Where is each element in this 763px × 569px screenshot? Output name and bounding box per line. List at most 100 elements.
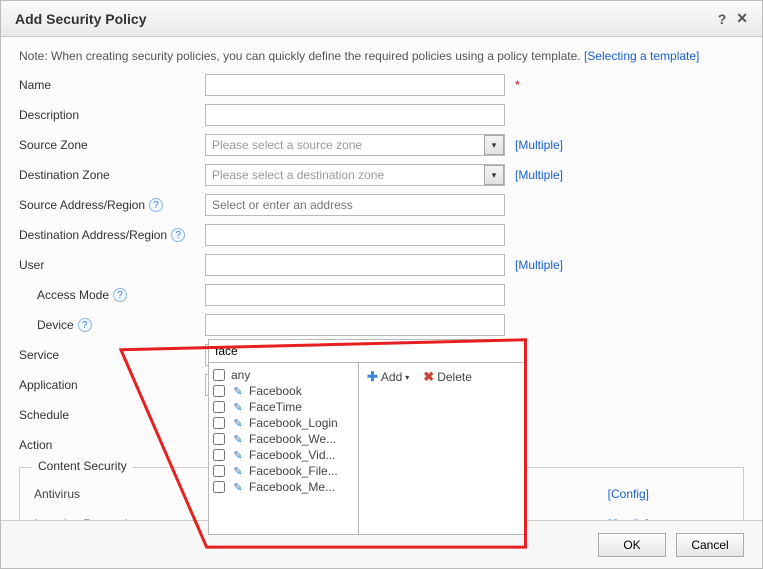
label-user: User [19,258,44,272]
dst-zone-multiple-link[interactable]: [Multiple] [515,168,563,182]
delete-icon: ✖ [423,369,434,385]
delete-label: Delete [437,370,472,384]
dst-zone-placeholder: Please select a destination zone [212,168,384,182]
app-item-checkbox[interactable] [213,385,225,397]
application-dropdown: any ✎ Facebook ✎ FaceTime ✎ Facebook_Log… [208,339,526,535]
dialog-title: Add Security Policy [15,11,146,27]
app-icon: ✎ [231,384,245,398]
row-description: Description [19,103,744,127]
app-item[interactable]: ✎ Facebook_Vid... [211,447,356,463]
app-item-label: FaceTime [249,400,302,414]
label-src-zone: Source Zone [19,138,88,152]
add-button[interactable]: ✚ Add ▾ [367,369,409,385]
chevron-down-icon[interactable]: ▾ [484,135,504,155]
user-input[interactable] [205,254,505,276]
note-text: Note: When creating security policies, y… [19,49,584,63]
row-src-zone: Source Zone Please select a source zone … [19,133,744,157]
chevron-down-icon: ▾ [405,373,409,382]
app-item-label: Facebook_Vid... [249,448,336,462]
app-icon: ✎ [231,480,245,494]
row-dst-addr: Destination Address/Region ? [19,223,744,247]
help-icon[interactable]: ? [718,11,727,27]
row-user: User [Multiple] [19,253,744,277]
plus-icon: ✚ [367,369,378,385]
row-name: Name * [19,73,744,97]
app-item-label: Facebook_Login [249,416,338,430]
app-list[interactable]: any ✎ Facebook ✎ FaceTime ✎ Facebook_Log… [209,363,359,534]
label-schedule: Schedule [19,408,69,422]
app-item-checkbox[interactable] [213,369,225,381]
src-zone-multiple-link[interactable]: [Multiple] [515,138,563,152]
cancel-button[interactable]: Cancel [676,533,744,557]
label-description: Description [19,108,79,122]
chevron-down-icon[interactable]: ▾ [484,165,504,185]
app-item-checkbox[interactable] [213,465,225,477]
app-item[interactable]: ✎ Facebook_Me... [211,479,356,495]
help-icon[interactable]: ? [113,288,127,302]
help-icon[interactable]: ? [149,198,163,212]
label-action: Action [19,438,52,452]
app-item-checkbox[interactable] [213,449,225,461]
row-access-mode: Access Mode ? [19,283,744,307]
app-item[interactable]: any [211,367,356,383]
src-addr-input[interactable] [205,194,505,216]
label-access-mode: Access Mode [37,288,109,302]
label-device: Device [37,318,74,332]
app-item[interactable]: ✎ Facebook [211,383,356,399]
app-item-label: Facebook_Me... [249,480,335,494]
dst-addr-input[interactable] [205,224,505,246]
label-dst-zone: Destination Zone [19,168,110,182]
label-name: Name [19,78,51,92]
titlebar: Add Security Policy ? ✕ [1,1,762,37]
row-dst-zone: Destination Zone Please select a destina… [19,163,744,187]
app-icon: ✎ [231,448,245,462]
label-src-addr: Source Address/Region [19,198,145,212]
row-device: Device ? [19,313,744,337]
app-item-checkbox[interactable] [213,433,225,445]
app-toolbar: ✚ Add ▾ ✖ Delete [359,363,525,391]
app-item[interactable]: ✎ Facebook_Login [211,415,356,431]
app-item[interactable]: ✎ Facebook_We... [211,431,356,447]
app-icon: ✎ [231,464,245,478]
help-icon[interactable]: ? [78,318,92,332]
app-filter-row [209,340,525,363]
required-star: * [515,78,520,92]
app-item-label: Facebook_We... [249,432,336,446]
help-icon[interactable]: ? [171,228,185,242]
name-input[interactable] [205,74,505,96]
app-item-label: Facebook_File... [249,464,338,478]
app-item-checkbox[interactable] [213,481,225,493]
row-src-addr: Source Address/Region ? [19,193,744,217]
ok-button[interactable]: OK [598,533,666,557]
app-icon: ✎ [231,432,245,446]
label-application: Application [19,378,78,392]
device-input[interactable] [205,314,505,336]
label-dst-addr: Destination Address/Region [19,228,167,242]
cs-label-antivirus: Antivirus [34,487,204,501]
src-zone-placeholder: Please select a source zone [212,138,362,152]
delete-button[interactable]: ✖ Delete [423,369,472,385]
src-zone-select[interactable]: Please select a source zone ▾ [205,134,505,156]
antivirus-config-link[interactable]: [Config] [608,487,729,501]
dialog: Add Security Policy ? ✕ Note: When creat… [0,0,763,569]
dst-zone-select[interactable]: Please select a destination zone ▾ [205,164,505,186]
note-row: Note: When creating security policies, y… [19,49,744,63]
access-mode-input[interactable] [205,284,505,306]
template-link[interactable]: [Selecting a template] [584,49,699,63]
app-item[interactable]: ✎ FaceTime [211,399,356,415]
content-security-legend: Content Security [32,459,133,473]
app-filter-input[interactable] [209,340,525,362]
user-multiple-link[interactable]: [Multiple] [515,258,563,272]
label-service: Service [19,348,59,362]
app-icon: ✎ [231,400,245,414]
app-item[interactable]: ✎ Facebook_File... [211,463,356,479]
app-item-label: any [231,368,250,382]
app-selected-panel: ✚ Add ▾ ✖ Delete [359,363,525,534]
add-label: Add [381,370,402,384]
app-item-checkbox[interactable] [213,401,225,413]
app-item-label: Facebook [249,384,302,398]
description-input[interactable] [205,104,505,126]
app-item-checkbox[interactable] [213,417,225,429]
close-icon[interactable]: ✕ [736,10,748,27]
app-icon: ✎ [231,416,245,430]
